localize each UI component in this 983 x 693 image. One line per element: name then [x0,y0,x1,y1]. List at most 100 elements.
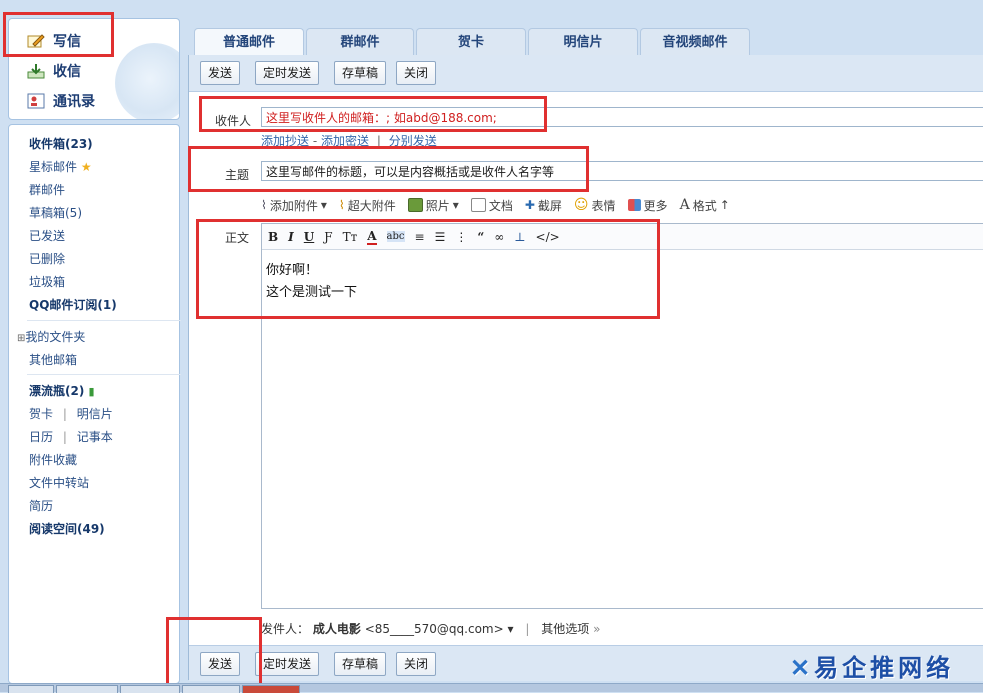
watermark-text: 易企推网络 [814,653,955,682]
contacts-label: 通讯录 [53,94,95,110]
tab-greeting-card[interactable]: 贺卡 [416,28,526,57]
nav-sent[interactable]: 已发送 [29,227,65,244]
tab-av-mail[interactable]: 音视频邮件 [640,28,750,57]
nav-divider-bar: | [62,407,67,421]
nav-notes[interactable]: 记事本 [77,430,113,444]
emoji-label: 表情 [591,198,616,213]
taskbar-item[interactable] [242,685,300,693]
add-attachment-label: 添加附件 [269,198,318,213]
screenshot-label: 截屏 [537,198,562,213]
contacts-icon [27,93,45,109]
other-options-link[interactable]: 其他选项 [541,622,589,636]
taskbar-item[interactable] [120,685,180,693]
nav-other-mail[interactable]: 其他邮箱 [29,351,77,368]
document-icon [470,198,486,212]
nav-trash[interactable]: 垃圾箱 [29,273,65,290]
timed-send-button-bottom[interactable]: 定时发送 [255,652,320,676]
nav-calendar[interactable]: 日历 [29,430,53,444]
tab-group-mail[interactable]: 群邮件 [306,28,414,57]
send-button[interactable]: 发送 [200,61,241,85]
sender-email[interactable]: <85____570@qq.com> [365,622,504,636]
paperclip-icon: ⌇ [338,198,345,212]
annotation-box-send [166,617,262,689]
nav-attach-fav[interactable]: 附件收藏 [29,451,77,468]
taskbar-item[interactable] [182,685,240,693]
emoji-button[interactable]: ☺ 表情 [574,197,616,214]
annotation-box-write [3,12,114,57]
document-label: 文档 [488,198,513,213]
paperclip-icon: ⌇ [261,198,267,212]
big-attachment-button[interactable]: ⌇ 超大附件 [339,197,396,214]
nav-resume[interactable]: 简历 [29,497,53,514]
format-button[interactable]: A 格式 ↑ [680,197,730,214]
nav-calendar-row: 日历 | 记事本 [29,428,113,445]
nav-file-transfer[interactable]: 文件中转站 [29,474,89,491]
sender-label: 发件人： [261,622,310,636]
annotation-box-subject [188,146,589,192]
dropdown-icon: ▾ [320,198,327,212]
nav-greeting-card[interactable]: 贺卡 [29,407,53,421]
penguin-background-art [115,43,179,119]
more-label: 更多 [643,198,668,213]
big-attachment-label: 超大附件 [347,198,396,213]
bar-separator: | [525,622,530,636]
nav-starred[interactable]: 星标邮件 ★ [29,158,92,175]
nav-group-mail[interactable]: 群邮件 [29,181,65,198]
nav-divider-bar: | [62,430,67,444]
add-attachment-button[interactable]: ⌇ 添加附件 ▾ [261,197,327,214]
close-button-bottom[interactable]: 关闭 [396,652,437,676]
more-button[interactable]: 更多 [627,197,668,214]
screenshot-icon: ✚ [524,198,535,212]
nav-reading[interactable]: 阅读空间(49) [29,520,105,537]
attachment-bar: ⌇ 添加附件 ▾ ⌇ 超大附件 照片 ▾ 文档 ✚ 截屏 ☺ 表情 更多 A 格式 ↑ [261,195,730,215]
contacts-button[interactable]: 通讯录 [27,91,95,111]
annotation-box-recipient [199,96,547,132]
nav-deleted[interactable]: 已删除 [29,250,65,267]
star-icon: ★ [80,160,92,174]
nav-postcard[interactable]: 明信片 [77,407,113,421]
top-toolbar: 发送 定时发送 存草稿 关闭 [189,55,983,92]
tab-normal-mail[interactable]: 普通邮件 [194,28,304,57]
tab-postcard[interactable]: 明信片 [528,28,638,57]
nav-my-folders[interactable]: ⊞我的文件夹 [17,328,85,345]
nav-drift-bottle-label: 漂流瓶(2) [29,384,85,398]
photo-icon [407,198,423,212]
nav-drift-bottle[interactable]: 漂流瓶(2) ▮ [29,382,95,399]
save-draft-button-bottom[interactable]: 存草稿 [334,652,387,676]
grid-icon [627,199,641,211]
mail-type-tabs: 普通邮件 群邮件 贺卡 明信片 音视频邮件 [188,22,983,57]
sender-row: 发件人： 成人电影 <85____570@qq.com> ▾ | 其他选项 » [261,620,600,637]
photo-button[interactable]: 照片 ▾ [407,197,459,214]
screenshot-button[interactable]: ✚ 截屏 [525,197,562,214]
nav-inbox[interactable]: 收件箱(23) [29,135,93,152]
nav-drafts[interactable]: 草稿箱(5) [29,204,82,221]
nav-my-folders-label: 我的文件夹 [25,330,86,344]
nav-card-row: 贺卡 | 明信片 [29,405,113,422]
folder-navigation: 收件箱(23) 星标邮件 ★ 群邮件 草稿箱(5) 已发送 已删除 垃圾箱 QQ… [8,124,181,684]
arrow-up-icon: ↑ [719,198,730,212]
photo-label: 照片 [425,198,450,213]
double-chevron-icon[interactable]: » [593,622,600,636]
annotation-box-body [196,219,660,319]
dropdown-icon: ▾ [452,198,459,212]
nav-divider [27,374,181,375]
nav-starred-label: 星标邮件 [29,160,78,174]
receive-mail-label: 收信 [53,64,81,80]
receive-mail-button[interactable]: 收信 [27,61,81,81]
nav-subscribe[interactable]: QQ邮件订阅(1) [29,296,117,313]
bottle-icon: ▮ [88,385,95,398]
taskbar-item[interactable] [56,685,118,693]
watermark-x-icon: ✕ [790,653,815,682]
format-a-icon: A [679,197,690,213]
document-button[interactable]: 文档 [470,197,513,214]
smiley-icon: ☺ [573,197,589,213]
format-label: 格式 [692,198,717,213]
close-button[interactable]: 关闭 [396,61,437,85]
sender-name: 成人电影 [312,622,361,636]
nav-divider [27,320,181,321]
taskbar-item[interactable] [8,685,54,693]
timed-send-button[interactable]: 定时发送 [255,61,320,85]
chevron-down-icon[interactable]: ▾ [507,622,513,636]
save-draft-button[interactable]: 存草稿 [334,61,387,85]
download-icon [27,63,45,79]
